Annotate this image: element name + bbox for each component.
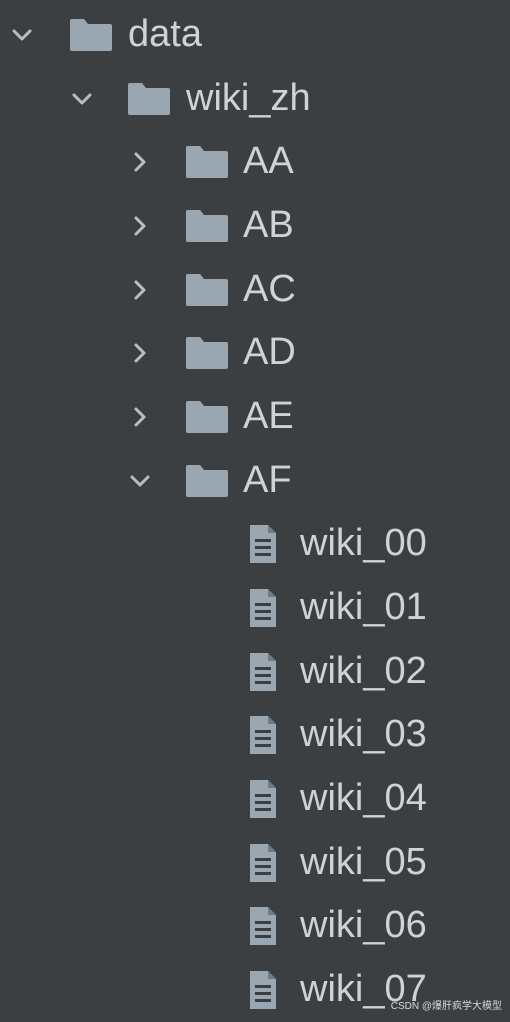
file-text-icon [247, 905, 279, 947]
tree-label: data [128, 13, 202, 56]
tree-row-file[interactable]: wiki_04 [0, 767, 510, 831]
folder-icon [126, 81, 172, 117]
tree-label: AD [243, 331, 296, 374]
tree-row-file[interactable]: wiki_07 [0, 958, 510, 1022]
file-text-icon [247, 969, 279, 1011]
tree-row-folder-ab[interactable]: AB [0, 194, 510, 258]
tree-row-folder-ad[interactable]: AD [0, 321, 510, 385]
tree-label: wiki_03 [300, 713, 427, 756]
watermark: CSDN @爆肝疯学大模型 [390, 1001, 502, 1012]
tree-row-file[interactable]: wiki_02 [0, 640, 510, 704]
folder-icon [184, 272, 230, 308]
file-text-icon [247, 523, 279, 565]
folder-icon [184, 144, 230, 180]
tree-label: AE [243, 395, 294, 438]
tree-label: wiki_05 [300, 841, 427, 884]
tree-row-folder-ae[interactable]: AE [0, 385, 510, 449]
chevron-down-icon[interactable] [126, 467, 154, 495]
folder-icon [184, 399, 230, 435]
tree-label: wiki_06 [300, 904, 427, 947]
tree-row-data[interactable]: data [0, 3, 510, 67]
chevron-right-icon[interactable] [126, 212, 154, 240]
tree-label: AB [243, 204, 294, 247]
chevron-right-icon[interactable] [126, 339, 154, 367]
chevron-right-icon[interactable] [126, 148, 154, 176]
project-tree: data wiki_zh AA AB AC AD AE AF wiki_00 w… [0, 3, 510, 1022]
file-text-icon [247, 714, 279, 756]
tree-row-file[interactable]: wiki_03 [0, 704, 510, 768]
tree-row-folder-af[interactable]: AF [0, 449, 510, 513]
file-text-icon [247, 651, 279, 693]
tree-row-wiki-zh[interactable]: wiki_zh [0, 67, 510, 131]
folder-icon [68, 17, 114, 53]
tree-label: wiki_zh [186, 76, 311, 119]
tree-label: AC [243, 267, 296, 310]
file-text-icon [247, 778, 279, 820]
tree-label: AF [243, 458, 292, 501]
chevron-right-icon[interactable] [126, 276, 154, 304]
tree-row-folder-ac[interactable]: AC [0, 258, 510, 322]
tree-label: wiki_02 [300, 649, 427, 692]
tree-row-file[interactable]: wiki_00 [0, 513, 510, 577]
chevron-right-icon[interactable] [126, 403, 154, 431]
tree-row-file[interactable]: wiki_06 [0, 895, 510, 959]
folder-icon [184, 463, 230, 499]
folder-icon [184, 335, 230, 371]
tree-row-folder-aa[interactable]: AA [0, 130, 510, 194]
file-text-icon [247, 587, 279, 629]
tree-row-file[interactable]: wiki_01 [0, 576, 510, 640]
tree-label: wiki_01 [300, 586, 427, 629]
tree-label: wiki_04 [300, 777, 427, 820]
tree-label: wiki_00 [300, 522, 427, 565]
chevron-down-icon[interactable] [8, 21, 36, 49]
tree-label: AA [243, 140, 294, 183]
file-text-icon [247, 842, 279, 884]
tree-row-file[interactable]: wiki_05 [0, 831, 510, 895]
chevron-down-icon[interactable] [68, 85, 96, 113]
folder-icon [184, 208, 230, 244]
